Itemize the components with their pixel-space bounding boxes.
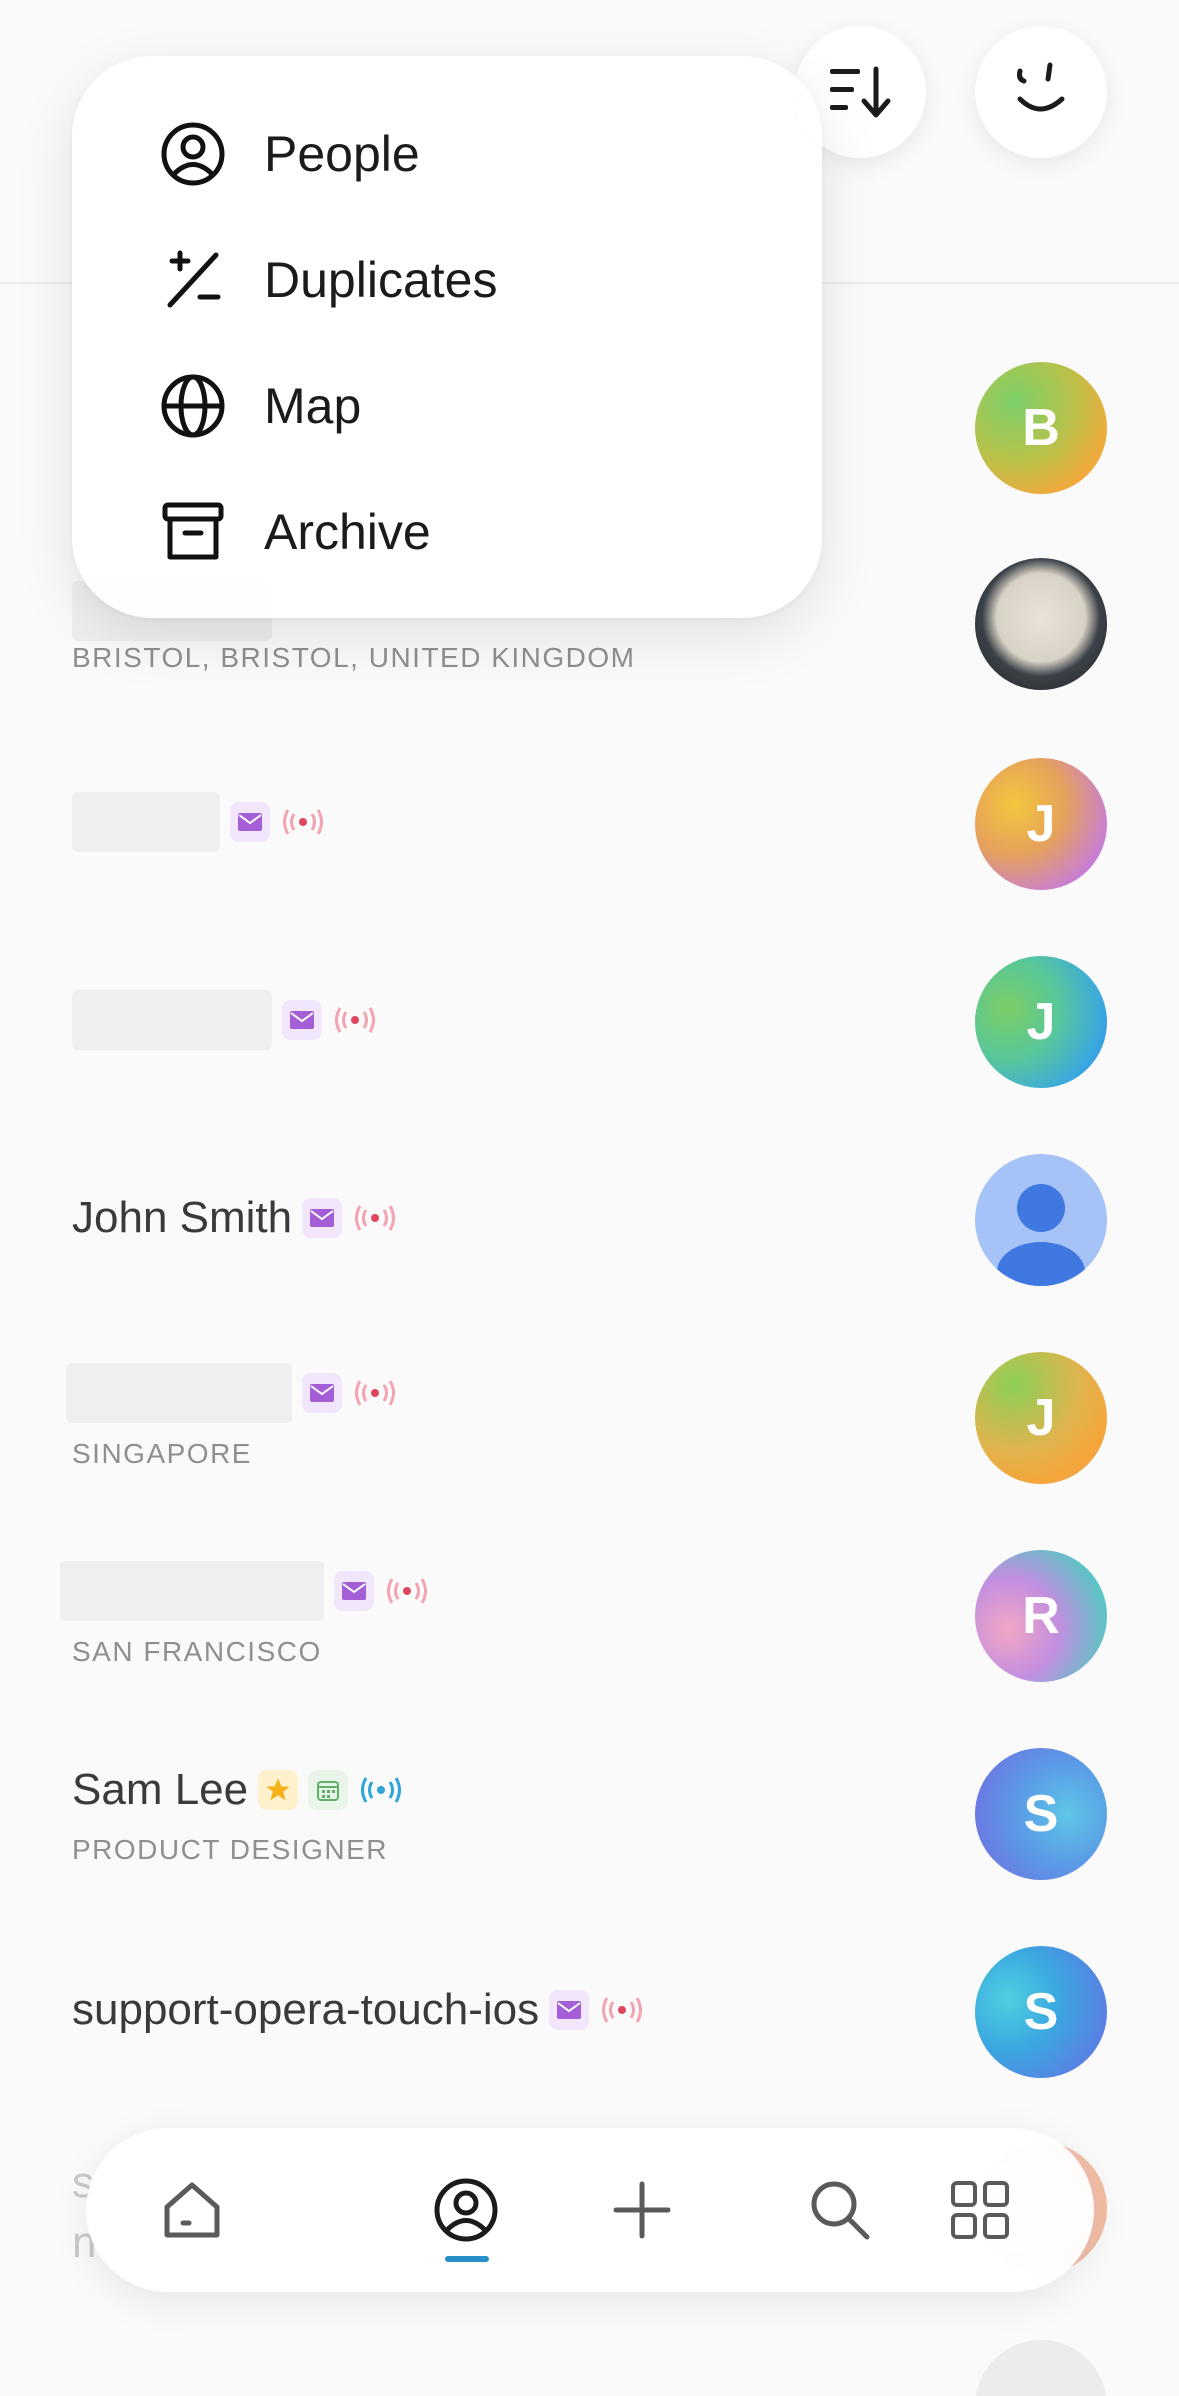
home-icon (164, 2182, 220, 2238)
menu-item-label: People (264, 126, 420, 182)
avatar: S (975, 1748, 1107, 1880)
contact-row[interactable]: SINGAPORE J (0, 1318, 1179, 1516)
contact-location: BRISTOL, BRISTOL, UNITED KINGDOM (72, 642, 636, 673)
contact-name-redacted (72, 792, 220, 852)
duplicates-icon (160, 247, 226, 313)
active-tab-indicator (445, 2256, 489, 2262)
contact-row[interactable]: John Smith (0, 1120, 1179, 1318)
mail-icon (282, 1000, 322, 1040)
contact-location: SAN FRANCISCO (72, 1636, 322, 1667)
calendar-icon (308, 1770, 349, 1810)
star-icon (258, 1770, 299, 1810)
signal-icon (599, 1990, 645, 2030)
avatar (975, 558, 1107, 690)
mail-icon (302, 1373, 342, 1413)
contact-name: support-opera-touch-ios (72, 1985, 540, 2034)
nav-search[interactable] (780, 2128, 900, 2292)
sort-descending-icon (830, 66, 891, 118)
signal-icon (280, 802, 326, 842)
menu-item-archive[interactable]: Archive (160, 482, 780, 582)
contact-row[interactable]: SAN FRANCISCO R (0, 1516, 1179, 1714)
mail-icon (302, 1198, 343, 1238)
signal-icon (352, 1198, 398, 1238)
signal-icon (352, 1373, 398, 1413)
person-circle-icon (160, 121, 226, 187)
menu-item-map[interactable]: Map (160, 356, 780, 456)
menu-item-label: Archive (264, 504, 431, 560)
grid-icon (951, 2181, 1009, 2239)
avatar (975, 2340, 1107, 2396)
menu-item-label: Map (264, 378, 362, 434)
signal-icon (332, 1000, 378, 1040)
avatar: R (975, 1550, 1107, 1682)
contact-row[interactable]: J (0, 724, 1179, 922)
menu-item-duplicates[interactable]: Duplicates (160, 230, 780, 330)
mail-icon (334, 1571, 374, 1611)
search-icon (811, 2181, 870, 2240)
signal-icon (358, 1770, 404, 1810)
contact-title: PRODUCT DESIGNER (72, 1834, 388, 1865)
contact-name: John Smith (72, 1193, 293, 1242)
contact-row[interactable]: J (0, 922, 1179, 1120)
avatar: S (975, 1946, 1107, 2078)
contact-name-redacted (66, 1363, 292, 1423)
contact-row[interactable]: support-opera-touch-ios S (0, 1912, 1179, 2110)
globe-icon (160, 373, 226, 439)
archive-box-icon (160, 499, 226, 565)
avatar: J (975, 1352, 1107, 1484)
nav-apps[interactable] (920, 2128, 1040, 2292)
menu-item-label: Duplicates (264, 252, 498, 308)
mail-icon (230, 802, 270, 842)
avatar: B (975, 362, 1107, 494)
avatar: J (975, 758, 1107, 890)
contact-location: SINGAPORE (72, 1438, 252, 1469)
nav-add[interactable] (582, 2128, 702, 2292)
menu-item-people[interactable]: People (160, 104, 780, 204)
contact-row[interactable]: Sam Lee PRODUCT DESIGNER S (0, 1714, 1179, 1912)
plus-icon (613, 2181, 671, 2239)
people-icon (434, 2178, 498, 2242)
contact-name-redacted (72, 990, 272, 1050)
avatar (975, 1154, 1107, 1286)
bottom-nav (86, 2128, 1094, 2292)
contact-name: Sam Lee (72, 1765, 249, 1814)
view-menu: People Duplicates Map Archive (72, 56, 822, 618)
nav-people[interactable] (406, 2128, 526, 2292)
mail-icon (549, 1990, 590, 2030)
assistant-button[interactable] (975, 26, 1107, 158)
nav-home[interactable] (132, 2128, 252, 2292)
signal-icon (384, 1571, 430, 1611)
smiley-face-icon (1017, 62, 1065, 112)
contact-name-redacted (60, 1561, 324, 1621)
person-silhouette-icon (997, 1184, 1085, 1286)
avatar: J (975, 956, 1107, 1088)
